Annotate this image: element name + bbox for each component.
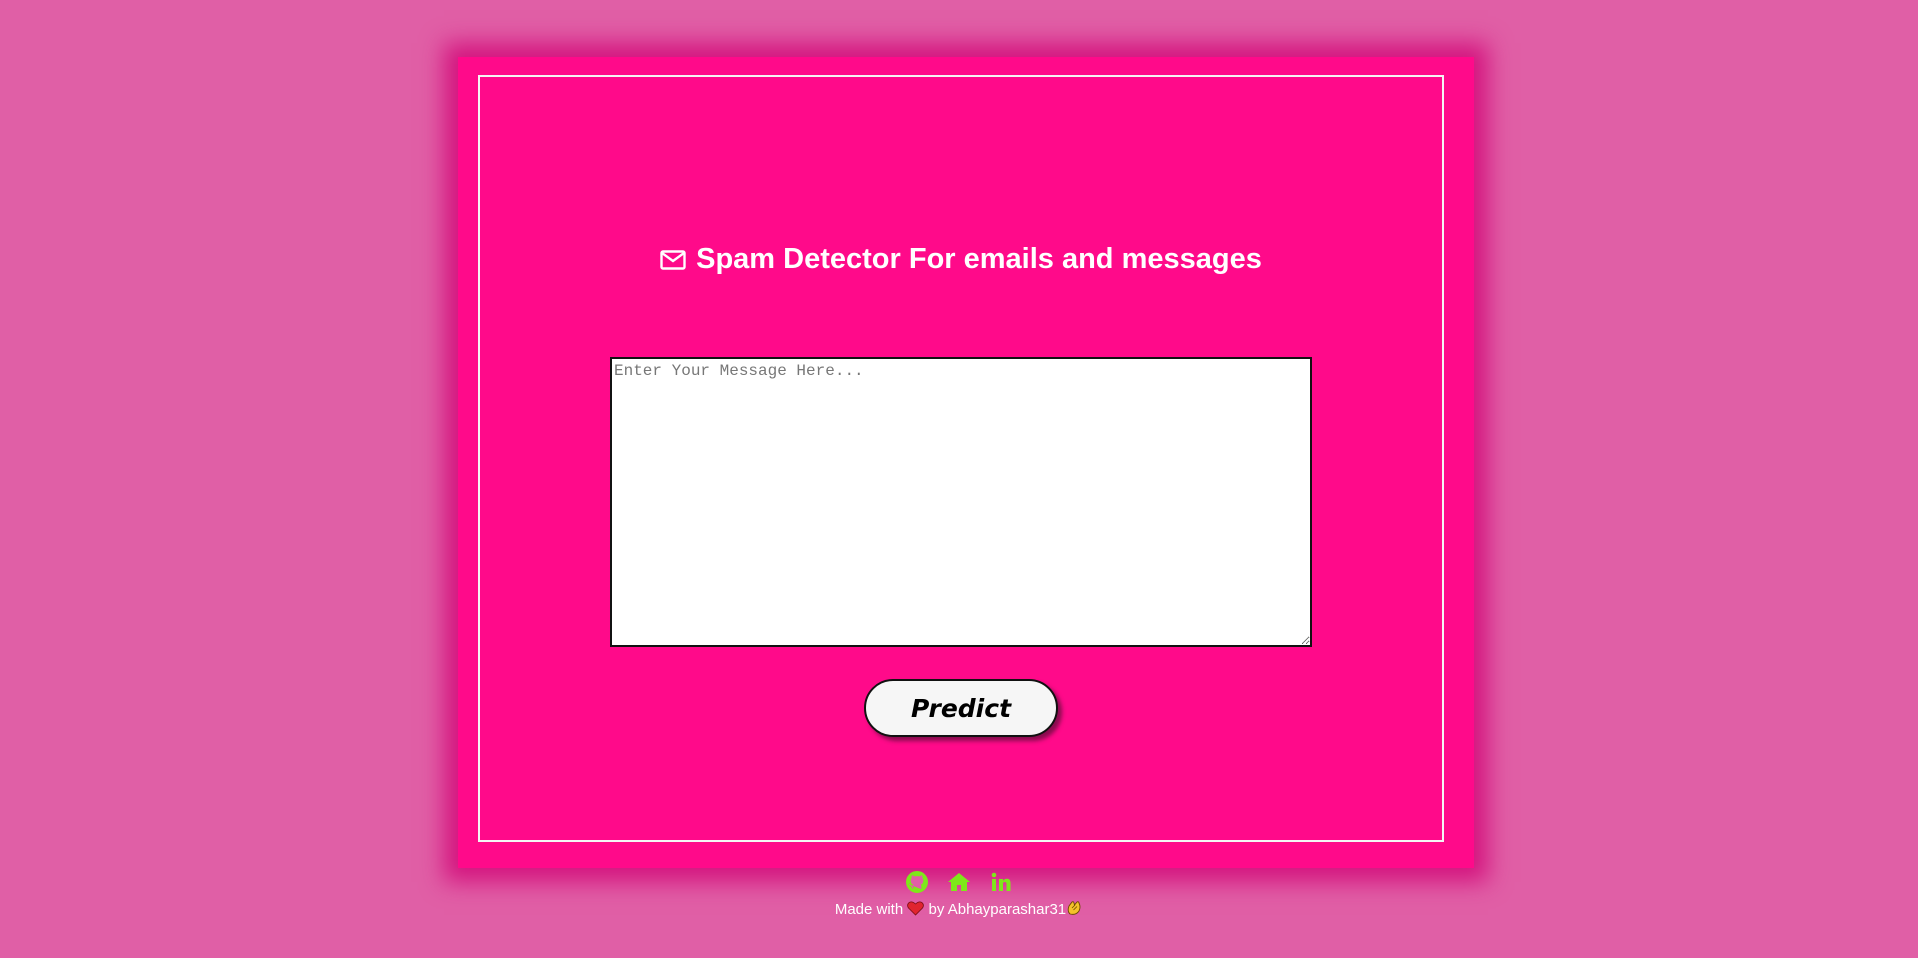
home-icon[interactable] (947, 870, 971, 894)
footer: Made with by Abhayparashar31 (0, 870, 1918, 920)
header: Spam Detector For emails and messages (480, 243, 1442, 276)
social-links (0, 870, 1918, 894)
predict-button[interactable]: Predict (864, 679, 1058, 737)
made-with-text: Made with (834, 901, 904, 918)
linkedin-icon[interactable] (989, 870, 1013, 894)
message-input[interactable] (610, 357, 1312, 647)
main-card: Spam Detector For emails and messages Pr… (478, 75, 1444, 842)
author-text: by Abhayparashar31 (928, 901, 1067, 918)
github-icon[interactable] (905, 870, 929, 894)
made-with-line: Made with by Abhayparashar31 (0, 900, 1918, 920)
clapping-hands-icon (1066, 900, 1083, 920)
heart-icon (907, 901, 925, 920)
page-title: Spam Detector For emails and messages (696, 243, 1262, 275)
mail-icon (660, 249, 686, 270)
